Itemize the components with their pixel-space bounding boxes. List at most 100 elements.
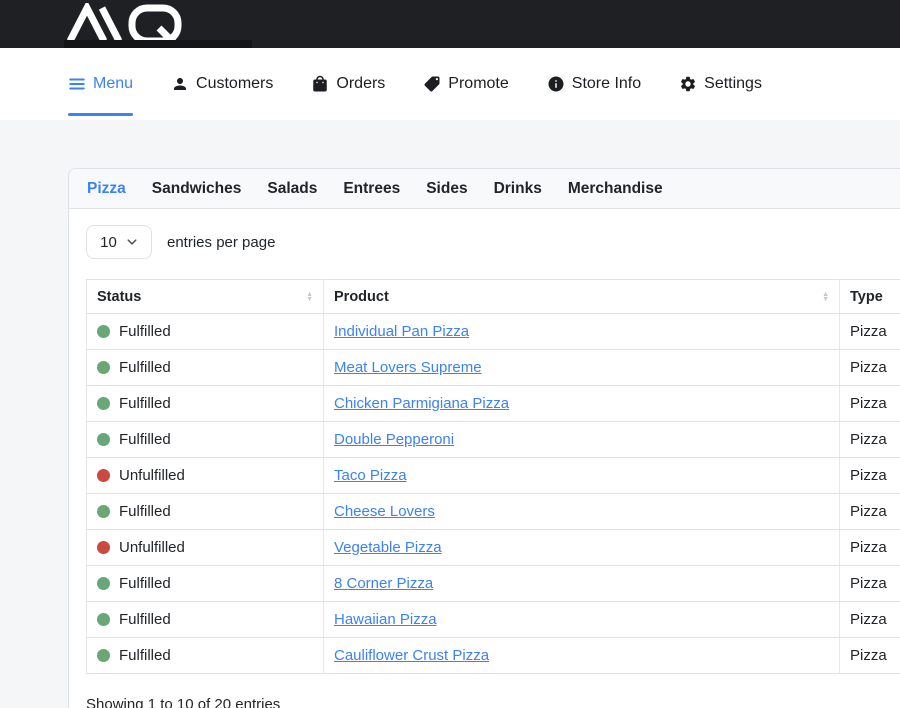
product-cell: Chicken Parmigiana Pizza [324, 386, 840, 422]
status-cell: Unfulfilled [87, 458, 324, 494]
nav-item-label: Settings [704, 75, 762, 93]
product-link[interactable]: Vegetable Pizza [334, 539, 442, 556]
type-label: Pizza [850, 647, 887, 664]
table-row: Fulfilled Meat Lovers Supreme Pizza [87, 350, 900, 386]
product-link[interactable]: Double Pepperoni [334, 431, 454, 448]
type-label: Pizza [850, 503, 887, 520]
status-label: Fulfilled [119, 647, 171, 664]
table-row: Fulfilled Cauliflower Crust Pizza Pizza [87, 638, 900, 674]
table-row: Fulfilled Hawaiian Pizza Pizza [87, 602, 900, 638]
type-label: Pizza [850, 467, 887, 484]
status-cell: Fulfilled [87, 386, 324, 422]
product-link[interactable]: Chicken Parmigiana Pizza [334, 395, 509, 412]
nav-item-label: Menu [93, 75, 133, 93]
main-navbar: Menu Customers Orders Promote Store Info… [0, 48, 900, 120]
page-background: Pizza Sandwiches Salads Entrees Sides Dr… [0, 120, 900, 708]
status-label: Fulfilled [119, 395, 171, 412]
nav-item-store-info[interactable]: Store Info [547, 75, 641, 93]
table-row: Fulfilled Cheese Lovers Pizza [87, 494, 900, 530]
type-cell: Pizza [840, 530, 900, 566]
table-row: Fulfilled Individual Pan Pizza Pizza [87, 314, 900, 350]
status-cell: Fulfilled [87, 566, 324, 602]
type-cell: Pizza [840, 638, 900, 674]
table-row: Fulfilled Chicken Parmigiana Pizza Pizza [87, 386, 900, 422]
type-label: Pizza [850, 359, 887, 376]
type-label: Pizza [850, 575, 887, 592]
type-label: Pizza [850, 395, 887, 412]
type-cell: Pizza [840, 386, 900, 422]
product-link[interactable]: Taco Pizza [334, 467, 407, 484]
status-label: Fulfilled [119, 611, 171, 628]
column-header-label: Product [334, 289, 389, 305]
column-header-type[interactable]: Type [840, 280, 900, 314]
sort-icon[interactable]: ▲ ▼ [306, 292, 313, 302]
category-tab[interactable]: Sides [426, 180, 467, 198]
menu-card: Pizza Sandwiches Salads Entrees Sides Dr… [68, 168, 900, 708]
entries-per-page-value: 10 [100, 234, 117, 251]
status-dot-icon [97, 325, 110, 338]
status-dot-icon [97, 577, 110, 590]
type-label: Pizza [850, 431, 887, 448]
product-cell: Cheese Lovers [324, 494, 840, 530]
status-dot-icon [97, 469, 110, 482]
column-header-product[interactable]: Product ▲ ▼ [324, 280, 840, 314]
status-dot-icon [97, 649, 110, 662]
table-row: Fulfilled Double Pepperoni Pizza [87, 422, 900, 458]
status-label: Fulfilled [119, 503, 171, 520]
status-label: Fulfilled [119, 359, 171, 376]
nav-item-label: Promote [448, 75, 508, 93]
status-dot-icon [97, 505, 110, 518]
nav-item-orders[interactable]: Orders [311, 75, 385, 93]
type-cell: Pizza [840, 314, 900, 350]
status-dot-icon [97, 433, 110, 446]
product-link[interactable]: Meat Lovers Supreme [334, 359, 482, 376]
status-label: Fulfilled [119, 431, 171, 448]
chevron-down-icon [126, 236, 138, 248]
category-tab[interactable]: Merchandise [568, 180, 663, 198]
product-link[interactable]: 8 Corner Pizza [334, 575, 433, 592]
hamburger-icon [68, 75, 86, 93]
status-label: Fulfilled [119, 575, 171, 592]
type-cell: Pizza [840, 566, 900, 602]
tag-icon [423, 75, 441, 93]
category-tab[interactable]: Entrees [343, 180, 400, 198]
status-cell: Unfulfilled [87, 530, 324, 566]
category-tab[interactable]: Salads [267, 180, 317, 198]
column-header-label: Type [850, 289, 883, 305]
status-dot-icon [97, 541, 110, 554]
table-header-row: Status ▲ ▼ Product ▲ [87, 280, 900, 314]
sort-icon[interactable]: ▲ ▼ [822, 292, 829, 302]
product-link[interactable]: Cauliflower Crust Pizza [334, 647, 489, 664]
product-link[interactable]: Cheese Lovers [334, 503, 435, 520]
type-label: Pizza [850, 539, 887, 556]
status-dot-icon [97, 361, 110, 374]
nav-item-settings[interactable]: Settings [679, 75, 762, 93]
product-cell: Vegetable Pizza [324, 530, 840, 566]
product-cell: Double Pepperoni [324, 422, 840, 458]
shopping-bag-icon [311, 75, 329, 93]
product-cell: Meat Lovers Supreme [324, 350, 840, 386]
logo-understrip [64, 40, 252, 48]
pagesize-row: 10 entries per page [86, 225, 900, 259]
category-tab[interactable]: Pizza [87, 180, 126, 198]
nav-item-menu[interactable]: Menu [68, 75, 133, 93]
column-header-label: Status [97, 289, 141, 305]
entries-per-page-select[interactable]: 10 [86, 225, 152, 259]
category-tab[interactable]: Drinks [494, 180, 542, 198]
entries-summary: Showing 1 to 10 of 20 entries [86, 696, 900, 708]
status-cell: Fulfilled [87, 638, 324, 674]
nav-item-promote[interactable]: Promote [423, 75, 508, 93]
category-tab[interactable]: Sandwiches [152, 180, 242, 198]
column-header-status[interactable]: Status ▲ ▼ [87, 280, 324, 314]
info-icon [547, 75, 565, 93]
type-cell: Pizza [840, 350, 900, 386]
card-body: 10 entries per page Status ▲ ▼ [69, 209, 900, 708]
type-cell: Pizza [840, 494, 900, 530]
product-link[interactable]: Hawaiian Pizza [334, 611, 437, 628]
type-cell: Pizza [840, 458, 900, 494]
nav-item-customers[interactable]: Customers [171, 75, 273, 93]
product-link[interactable]: Individual Pan Pizza [334, 323, 469, 340]
topbar [0, 0, 900, 48]
status-cell: Fulfilled [87, 422, 324, 458]
aiq-logo[interactable] [64, 3, 236, 45]
